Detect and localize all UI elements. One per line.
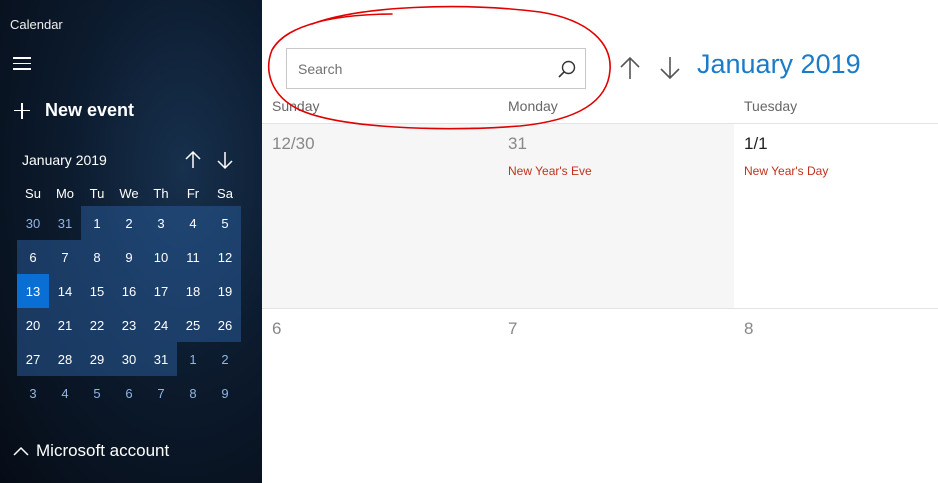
new-event-label: New event: [45, 100, 135, 120]
mini-calendar-day[interactable]: 5: [209, 206, 241, 240]
weekday-label: We: [119, 185, 139, 201]
sidebar: Calendar New event January 2019 Su Mo Tu We…: [0, 0, 262, 483]
mini-calendar-week: 6 7 8 9 10 11 12: [17, 240, 241, 274]
month-grid: 12/30 31 New Year's Eve 1/1 New Year's D…: [262, 123, 938, 483]
mini-calendar-day[interactable]: 11: [177, 240, 209, 274]
mini-calendar-day[interactable]: 15: [81, 274, 113, 308]
mini-calendar-day[interactable]: 9: [113, 240, 145, 274]
arrow-up-icon[interactable]: [184, 150, 202, 170]
mini-calendar-day[interactable]: 6: [113, 376, 145, 410]
mini-calendar-day[interactable]: 30: [113, 342, 145, 376]
mini-calendar-weekday-row: Su Mo Tu We Th Fr Sa: [17, 180, 241, 206]
mini-calendar-week: 30 31 1 2 3 4 5: [17, 206, 241, 240]
mini-calendar-day[interactable]: 7: [145, 376, 177, 410]
day-cell[interactable]: 31 New Year's Eve: [498, 124, 734, 308]
search-input[interactable]: [287, 49, 549, 88]
mini-calendar-day[interactable]: 19: [209, 274, 241, 308]
mini-calendar-day[interactable]: 2: [209, 342, 241, 376]
mini-calendar: Su Mo Tu We Th Fr Sa 30 31 1 2 3 4 5 6 7 8 9 10 11 12 13 14 15 1…: [17, 180, 241, 410]
mini-calendar-day[interactable]: 22: [81, 308, 113, 342]
mini-calendar-week: 3456789: [17, 376, 241, 410]
mini-calendar-day[interactable]: 26: [209, 308, 241, 342]
mini-calendar-week: 20 21 22 23 24 25 26: [17, 308, 241, 342]
mini-calendar-day[interactable]: 7: [49, 240, 81, 274]
mini-calendar-day[interactable]: 28: [49, 342, 81, 376]
mini-calendar-day[interactable]: 20: [17, 308, 49, 342]
month-title[interactable]: January 2019: [697, 49, 861, 80]
mini-calendar-nav: [184, 150, 234, 170]
mini-calendar-day[interactable]: 3: [17, 376, 49, 410]
day-cell[interactable]: 8: [734, 309, 938, 483]
day-header-monday: Monday: [508, 98, 558, 114]
calendar-app: Calendar New event January 2019 Su Mo Tu We…: [0, 0, 938, 483]
mini-calendar-day[interactable]: 1: [81, 206, 113, 240]
mini-calendar-day[interactable]: 29: [81, 342, 113, 376]
search-icon[interactable]: [549, 49, 585, 88]
weekday-label: Su: [25, 185, 41, 201]
mini-calendar-day[interactable]: 13: [17, 274, 49, 308]
mini-calendar-day[interactable]: 3: [145, 206, 177, 240]
mini-calendar-week: 13 14 15 16 17 18 19: [17, 274, 241, 308]
mini-calendar-day[interactable]: 2: [113, 206, 145, 240]
day-number: 1/1: [744, 134, 768, 153]
mini-calendar-day[interactable]: 8: [177, 376, 209, 410]
arrow-down-icon[interactable]: [659, 55, 681, 81]
day-header-sunday: Sunday: [272, 98, 320, 114]
weekday-label: Mo: [55, 185, 75, 201]
weekday-label: Th: [153, 185, 169, 201]
arrow-up-icon[interactable]: [619, 55, 641, 81]
day-cell[interactable]: 6: [262, 309, 498, 483]
mini-calendar-week: 27 28 29 30 31 1 2: [17, 342, 241, 376]
event-new-years-eve[interactable]: New Year's Eve: [508, 164, 592, 178]
day-cell[interactable]: 1/1 New Year's Day: [734, 124, 938, 308]
mini-calendar-day[interactable]: 8: [81, 240, 113, 274]
search-box: [286, 48, 586, 89]
mini-calendar-day[interactable]: 4: [177, 206, 209, 240]
day-header-tuesday: Tuesday: [744, 98, 798, 114]
weekday-label: Fr: [186, 185, 200, 201]
event-new-years-day[interactable]: New Year's Day: [744, 164, 828, 178]
mini-calendar-day[interactable]: 12: [209, 240, 241, 274]
day-number: 8: [744, 319, 754, 338]
mini-calendar-day[interactable]: 25: [177, 308, 209, 342]
mini-calendar-day[interactable]: 1: [177, 342, 209, 376]
hamburger-icon[interactable]: [13, 57, 31, 71]
mini-calendar-day[interactable]: 24: [145, 308, 177, 342]
day-number: 12/30: [272, 134, 315, 153]
app-title: Calendar: [10, 17, 63, 32]
mini-calendar-day[interactable]: 14: [49, 274, 81, 308]
arrow-down-icon[interactable]: [216, 150, 234, 170]
mini-calendar-day[interactable]: 6: [17, 240, 49, 274]
mini-calendar-day[interactable]: 27: [17, 342, 49, 376]
chevron-up-icon: [12, 444, 30, 458]
mini-calendar-day[interactable]: 10: [145, 240, 177, 274]
mini-calendar-day[interactable]: 21: [49, 308, 81, 342]
day-cell[interactable]: 12/30: [262, 124, 498, 308]
mini-calendar-day[interactable]: 23: [113, 308, 145, 342]
mini-calendar-day[interactable]: 9: [209, 376, 241, 410]
mini-calendar-day[interactable]: 16: [113, 274, 145, 308]
account-label: Microsoft account: [36, 441, 170, 460]
day-number: 6: [272, 319, 282, 338]
new-event-button[interactable]: New event: [12, 100, 134, 121]
mini-calendar-day[interactable]: 5: [81, 376, 113, 410]
day-cell[interactable]: 7: [498, 309, 734, 483]
mini-calendar-day[interactable]: 31: [145, 342, 177, 376]
weekday-label: Tu: [89, 185, 105, 201]
mini-calendar-day[interactable]: 18: [177, 274, 209, 308]
day-number: 7: [508, 319, 518, 338]
mini-calendar-day[interactable]: 4: [49, 376, 81, 410]
mini-calendar-day[interactable]: 30: [17, 206, 49, 240]
mini-calendar-day[interactable]: 17: [145, 274, 177, 308]
mini-calendar-day[interactable]: 31: [49, 206, 81, 240]
weekday-label: Sa: [217, 185, 233, 201]
microsoft-account-button[interactable]: Microsoft account: [12, 441, 169, 461]
plus-icon: [12, 101, 32, 121]
day-number: 31: [508, 134, 527, 153]
mini-calendar-month-label[interactable]: January 2019: [22, 152, 107, 168]
